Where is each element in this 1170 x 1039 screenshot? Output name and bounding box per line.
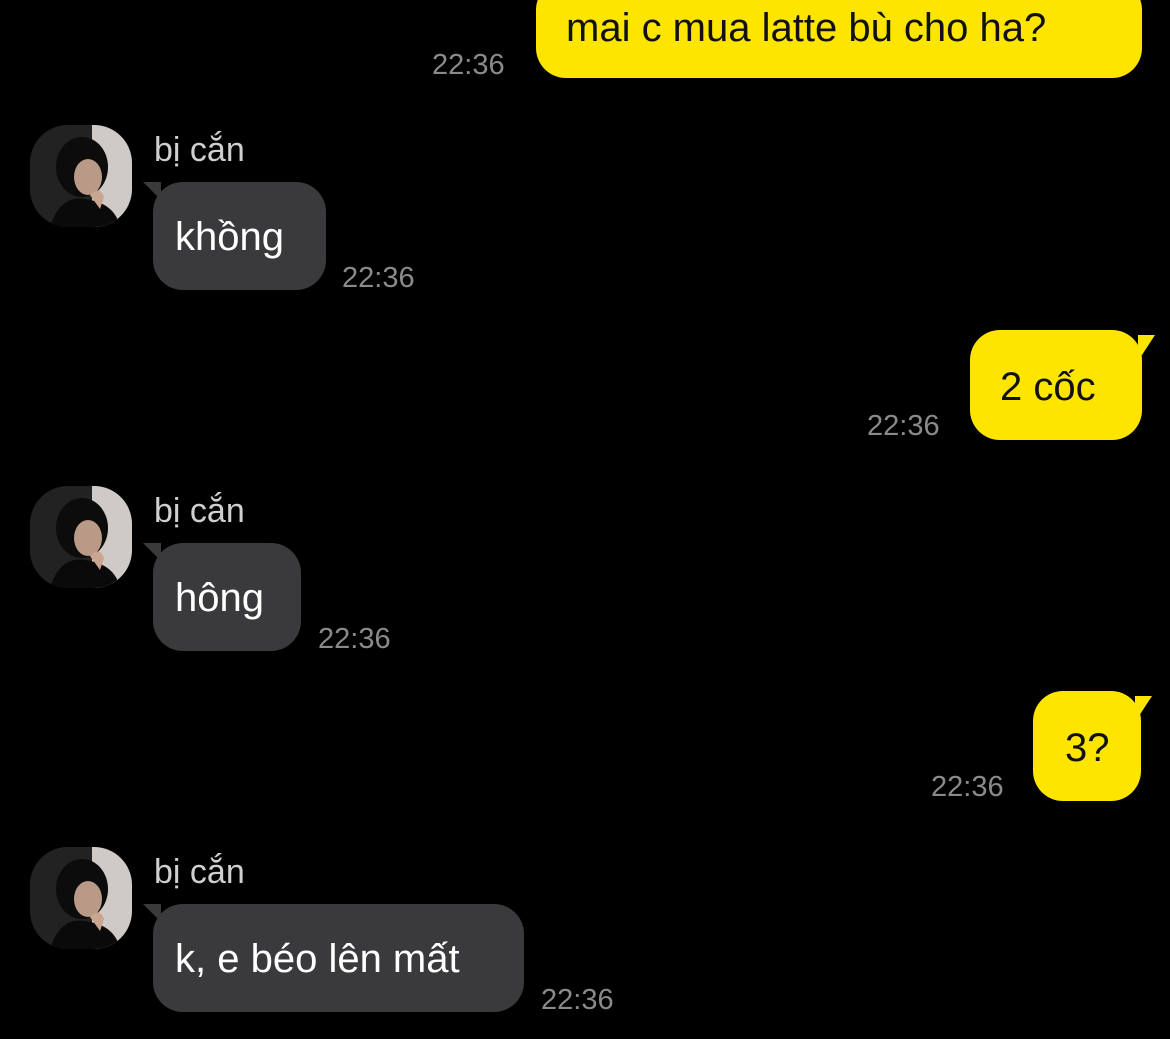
message-bubble-outgoing[interactable]: 3? <box>1033 691 1141 801</box>
message-bubble-outgoing[interactable]: mai c mua latte bù cho ha? <box>536 0 1142 78</box>
message-timestamp: 22:36 <box>342 262 415 294</box>
avatar[interactable] <box>30 125 132 227</box>
message-timestamp: 22:36 <box>432 49 505 81</box>
sender-name: bị cắn <box>154 492 245 530</box>
message-timestamp: 22:36 <box>931 771 1004 803</box>
sender-name: bị cắn <box>154 131 245 169</box>
message-timestamp: 22:36 <box>318 623 391 655</box>
message-row-incoming: bị cắn hông 22:36 <box>0 482 1170 662</box>
message-timestamp: 22:36 <box>867 410 940 442</box>
message-bubble-outgoing[interactable]: 2 cốc <box>970 330 1142 440</box>
message-bubble-incoming[interactable]: k, e béo lên mất <box>153 904 524 1012</box>
avatar[interactable] <box>30 847 132 949</box>
sender-name: bị cắn <box>154 853 245 891</box>
message-bubble-incoming[interactable]: khồng <box>153 182 326 290</box>
message-row-outgoing: 22:36 3? <box>0 691 1170 803</box>
message-bubble-incoming[interactable]: hông <box>153 543 301 651</box>
message-row-incoming: bị cắn k, e béo lên mất 22:36 <box>0 843 1170 1033</box>
message-row-outgoing: 22:36 2 cốc <box>0 330 1170 442</box>
avatar[interactable] <box>30 486 132 588</box>
message-row-incoming: bị cắn khồng 22:36 <box>0 120 1170 300</box>
message-row-outgoing: 22:36 mai c mua latte bù cho ha? <box>0 0 1170 90</box>
message-timestamp: 22:36 <box>541 984 614 1016</box>
